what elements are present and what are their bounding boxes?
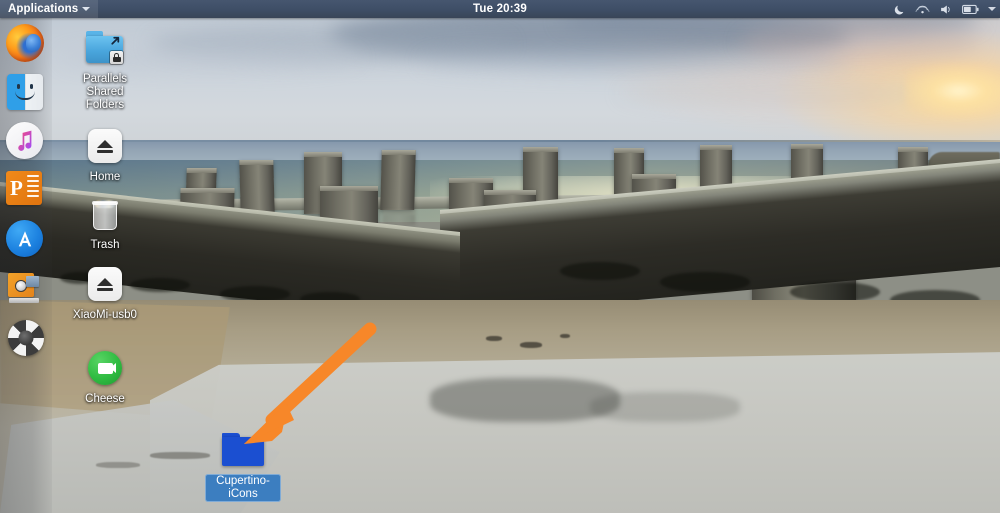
- chevron-down-icon[interactable]: [988, 7, 996, 11]
- powerpoint-icon: P: [6, 171, 42, 205]
- desktop-icon-home[interactable]: Home: [67, 124, 143, 185]
- wallpaper-horizon: [0, 140, 1000, 162]
- desktop-icon-label: Trash: [88, 238, 123, 253]
- camera-icon: [83, 346, 127, 390]
- desktop-icon-label: Home: [87, 170, 124, 185]
- itunes-icon: [6, 122, 43, 159]
- dock-item-powerpoint[interactable]: P: [6, 171, 46, 211]
- desktop-icon-cheese[interactable]: Cheese: [67, 346, 143, 407]
- folder-icon: [221, 428, 265, 472]
- desktop-icon-label: Parallels Shared Folders: [67, 72, 143, 113]
- top-panel: Applications Tue 20:39: [0, 0, 1000, 18]
- wallpaper-sky: [0, 0, 1000, 142]
- drive-eject-icon: [83, 124, 127, 168]
- application-dock: P: [0, 18, 52, 513]
- desktop-icon-label: XiaoMi-usb0: [70, 308, 140, 323]
- desktop-icon-label: Cupertino-iCons: [205, 474, 281, 502]
- lock-icon: [110, 51, 123, 64]
- drive-eject-icon: [83, 262, 127, 306]
- lifebuoy-icon: [8, 320, 44, 356]
- desktop-icon-cupertino-icons[interactable]: Cupertino-iCons: [205, 428, 281, 502]
- dock-item-app-store[interactable]: [6, 220, 46, 260]
- applications-menu-label: Applications: [8, 3, 78, 15]
- applications-menu[interactable]: Applications: [0, 0, 98, 18]
- system-tray: [893, 0, 996, 18]
- shared-folder-icon: [83, 26, 127, 70]
- battery-icon[interactable]: [962, 4, 979, 15]
- desktop-screen: Applications Tue 20:39: [0, 0, 1000, 513]
- dock-item-firefox[interactable]: [6, 24, 46, 64]
- usb-disk-icon: [8, 271, 42, 303]
- chevron-down-icon: [82, 7, 90, 11]
- dock-item-itunes[interactable]: [6, 122, 46, 162]
- network-icon[interactable]: [915, 3, 930, 16]
- desktop-wallpaper: [0, 0, 1000, 513]
- dock-item-finder[interactable]: [6, 73, 46, 113]
- night-mode-icon[interactable]: [893, 3, 906, 16]
- dock-item-help[interactable]: [6, 318, 46, 358]
- desktop-icon-label: Cheese: [82, 392, 128, 407]
- volume-icon[interactable]: [939, 3, 953, 16]
- desktop-icon-trash[interactable]: Trash: [67, 192, 143, 253]
- clock: Tue 20:39: [0, 3, 1000, 15]
- firefox-icon: [6, 24, 44, 62]
- app-store-icon: [6, 220, 43, 257]
- desktop-icon-xiaomi-usb0[interactable]: XiaoMi-usb0: [67, 262, 143, 323]
- dock-item-usb-disk[interactable]: [6, 269, 46, 309]
- trash-icon: [83, 192, 127, 236]
- finder-icon: [7, 74, 43, 110]
- desktop-icon-parallels-shared-folders[interactable]: Parallels Shared Folders: [67, 26, 143, 113]
